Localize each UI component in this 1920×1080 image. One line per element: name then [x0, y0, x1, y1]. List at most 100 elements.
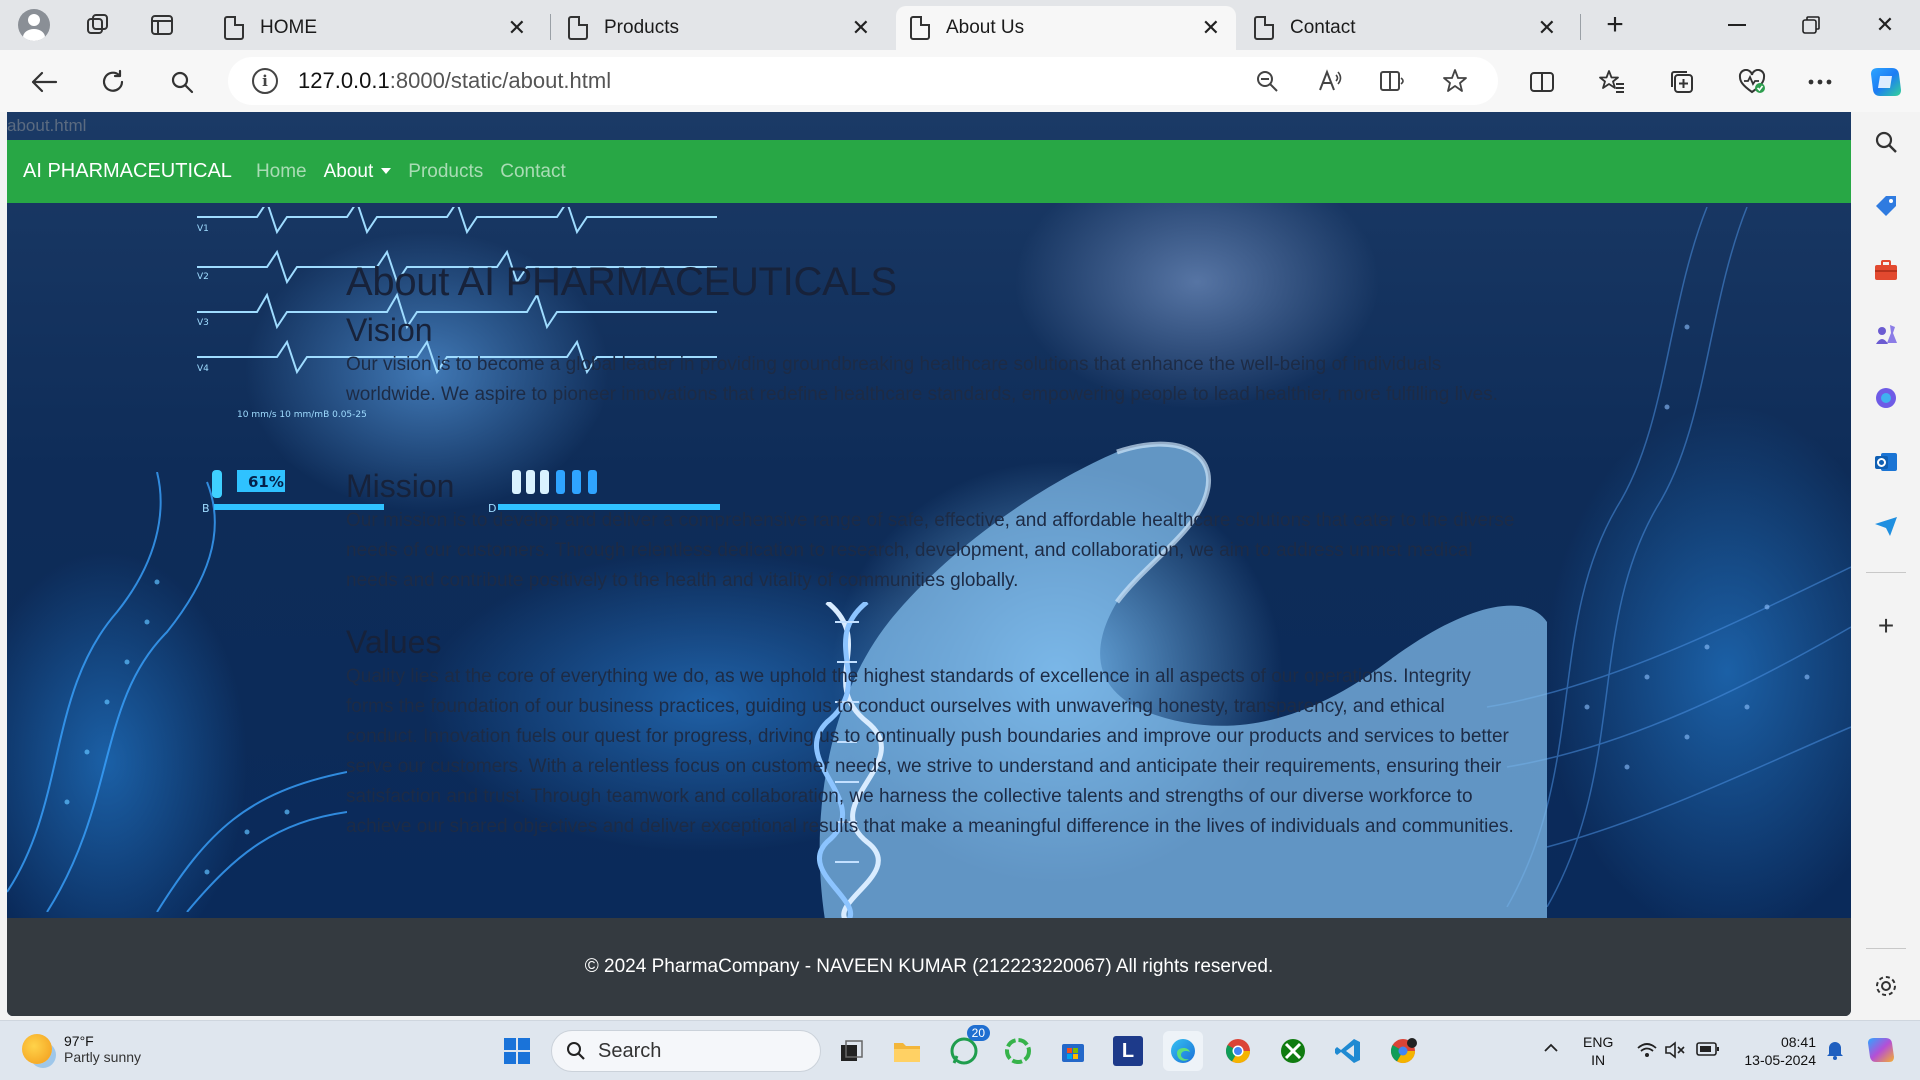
close-tab-icon[interactable]: ✕ — [508, 15, 526, 41]
minimize-icon[interactable] — [1700, 0, 1774, 50]
send-icon[interactable] — [1870, 510, 1902, 542]
copilot-icon[interactable] — [1864, 60, 1908, 104]
edge-sidebar: + — [1852, 112, 1920, 1020]
nav-about-label: About — [323, 160, 374, 182]
copilot-sidebar-icon[interactable] — [1870, 382, 1902, 414]
mission-text: Our mission is to develop and deliver a … — [346, 510, 1515, 591]
site-footer: © 2024 PharmaCompany - NAVEEN KUMAR (212… — [7, 918, 1851, 1016]
microsoft-store-icon[interactable] — [1053, 1031, 1093, 1071]
site-info-icon[interactable]: i — [252, 68, 278, 94]
start-button[interactable] — [497, 1031, 537, 1071]
weather-temp: 97°F — [64, 1033, 94, 1049]
xbox-icon[interactable] — [1273, 1031, 1313, 1071]
read-aloud-icon[interactable] — [1313, 65, 1347, 97]
show-hidden-icons-chevron[interactable] — [1543, 1039, 1559, 1057]
url-text[interactable]: 127.0.0.1:8000/static/about.html — [298, 68, 611, 94]
wifi-icon[interactable] — [1636, 1041, 1658, 1063]
percent-label: 61% — [248, 473, 284, 491]
games-icon[interactable] — [1870, 318, 1902, 350]
ecg-lead-label: V1 — [197, 224, 209, 234]
more-icon[interactable] — [1798, 60, 1842, 104]
sidebar-divider — [1866, 572, 1906, 573]
favorites-icon[interactable] — [1590, 60, 1634, 104]
tab-home[interactable]: HOME ✕ — [210, 6, 542, 50]
volume-muted-icon[interactable] — [1664, 1041, 1686, 1063]
collections-icon[interactable] — [1660, 60, 1704, 104]
vscode-icon[interactable] — [1328, 1031, 1368, 1071]
tab-title: Contact — [1290, 17, 1356, 38]
nav-about-dropdown[interactable]: About — [324, 161, 392, 183]
browser-essentials-icon[interactable] — [1730, 60, 1774, 104]
language-indicator[interactable]: ENG IN — [1583, 1033, 1613, 1069]
outlook-icon[interactable] — [1870, 446, 1902, 478]
copilot-taskbar-icon[interactable] — [1866, 1035, 1896, 1069]
windows-logo-icon — [504, 1038, 530, 1064]
add-sidebar-icon[interactable]: + — [1870, 610, 1902, 642]
tab-title: About Us — [946, 17, 1025, 38]
sync-app-icon[interactable] — [998, 1031, 1038, 1071]
close-tab-icon[interactable]: ✕ — [1538, 15, 1556, 41]
values-text: Quality lies at the core of everything w… — [346, 666, 1514, 837]
workspaces-icon[interactable] — [76, 5, 120, 45]
tab-actions-icon[interactable] — [140, 5, 184, 45]
windows-taskbar: 97°F Partly sunny Search 20 L ENG IN 08:… — [0, 1020, 1920, 1080]
tab-products[interactable]: Products ✕ — [554, 6, 886, 50]
profile-avatar-icon[interactable] — [12, 5, 56, 45]
immersive-reader-icon[interactable] — [1376, 65, 1410, 97]
back-icon[interactable] — [22, 60, 66, 104]
l-app-icon[interactable]: L — [1108, 1031, 1148, 1071]
nav-contact[interactable]: Contact — [500, 161, 565, 183]
lang-line2: IN — [1591, 1052, 1606, 1068]
tools-icon[interactable] — [1870, 254, 1902, 286]
search-icon[interactable] — [160, 60, 204, 104]
favorite-star-icon[interactable] — [1438, 65, 1472, 97]
clock[interactable]: 08:41 13-05-2024 — [1738, 1033, 1816, 1069]
battery-icon[interactable] — [1696, 1042, 1720, 1060]
taskbar-search[interactable]: Search — [551, 1030, 821, 1072]
mission-heading: Mission — [346, 468, 455, 504]
zoom-out-icon[interactable] — [1250, 65, 1284, 97]
shopping-tag-icon[interactable] — [1870, 190, 1902, 222]
split-screen-icon[interactable] — [1520, 60, 1564, 104]
settings-icon[interactable] — [1870, 970, 1902, 1002]
clock-time: 08:41 — [1780, 1034, 1816, 1050]
ecg-lead-label: V4 — [197, 364, 209, 374]
sidebar-search-icon[interactable] — [1870, 126, 1902, 158]
file-explorer-icon[interactable] — [887, 1031, 927, 1071]
dropdown-caret-icon — [381, 168, 392, 175]
vision-text: Our vision is to become a global leader … — [346, 354, 1498, 405]
document-icon — [224, 16, 244, 40]
new-tab-icon[interactable]: + — [1578, 0, 1652, 50]
task-view-icon[interactable] — [832, 1031, 872, 1071]
refresh-icon[interactable] — [91, 60, 135, 104]
status-bar-url: about.html — [7, 116, 87, 135]
close-tab-icon[interactable]: ✕ — [852, 15, 870, 41]
browser-toolbar: i 127.0.0.1:8000/static/about.html — [0, 50, 1920, 112]
close-tab-icon[interactable]: ✕ — [1202, 15, 1220, 41]
ecg-lead-label: V2 — [197, 272, 209, 282]
notifications-bell-icon[interactable] — [1826, 1040, 1844, 1064]
nav-home[interactable]: Home — [256, 161, 307, 183]
bar-label-b: B — [202, 502, 210, 515]
lang-line1: ENG — [1583, 1034, 1614, 1050]
tab-contact[interactable]: Contact ✕ — [1240, 6, 1572, 50]
weather-widget[interactable]: 97°F Partly sunny — [22, 1033, 141, 1065]
chrome-icon[interactable] — [1218, 1031, 1258, 1071]
document-icon — [1254, 16, 1274, 40]
close-window-icon[interactable]: ✕ — [1848, 0, 1920, 50]
tab-title: Products — [604, 17, 679, 38]
footer-text: © 2024 PharmaCompany - NAVEEN KUMAR (212… — [584, 956, 1274, 977]
clock-date: 13-05-2024 — [1744, 1052, 1816, 1068]
nav-products[interactable]: Products — [408, 161, 483, 183]
site-navbar: AI PHARMACEUTICAL Home About Products Co… — [7, 140, 1851, 203]
whatsapp-icon[interactable]: 20 — [944, 1025, 990, 1071]
edge-browser-icon[interactable] — [1163, 1031, 1203, 1071]
chrome-profile-icon[interactable] — [1383, 1031, 1423, 1071]
tab-about-us[interactable]: About Us ✕ — [896, 6, 1236, 50]
tab-title: HOME — [260, 17, 317, 38]
tab-divider — [550, 14, 551, 40]
restore-icon[interactable] — [1774, 0, 1848, 50]
address-bar[interactable]: i 127.0.0.1:8000/static/about.html — [228, 57, 1498, 105]
page-title: About AI PHARMACEUTICALS — [346, 260, 897, 304]
brand-logo[interactable]: AI PHARMACEUTICAL — [23, 160, 232, 183]
